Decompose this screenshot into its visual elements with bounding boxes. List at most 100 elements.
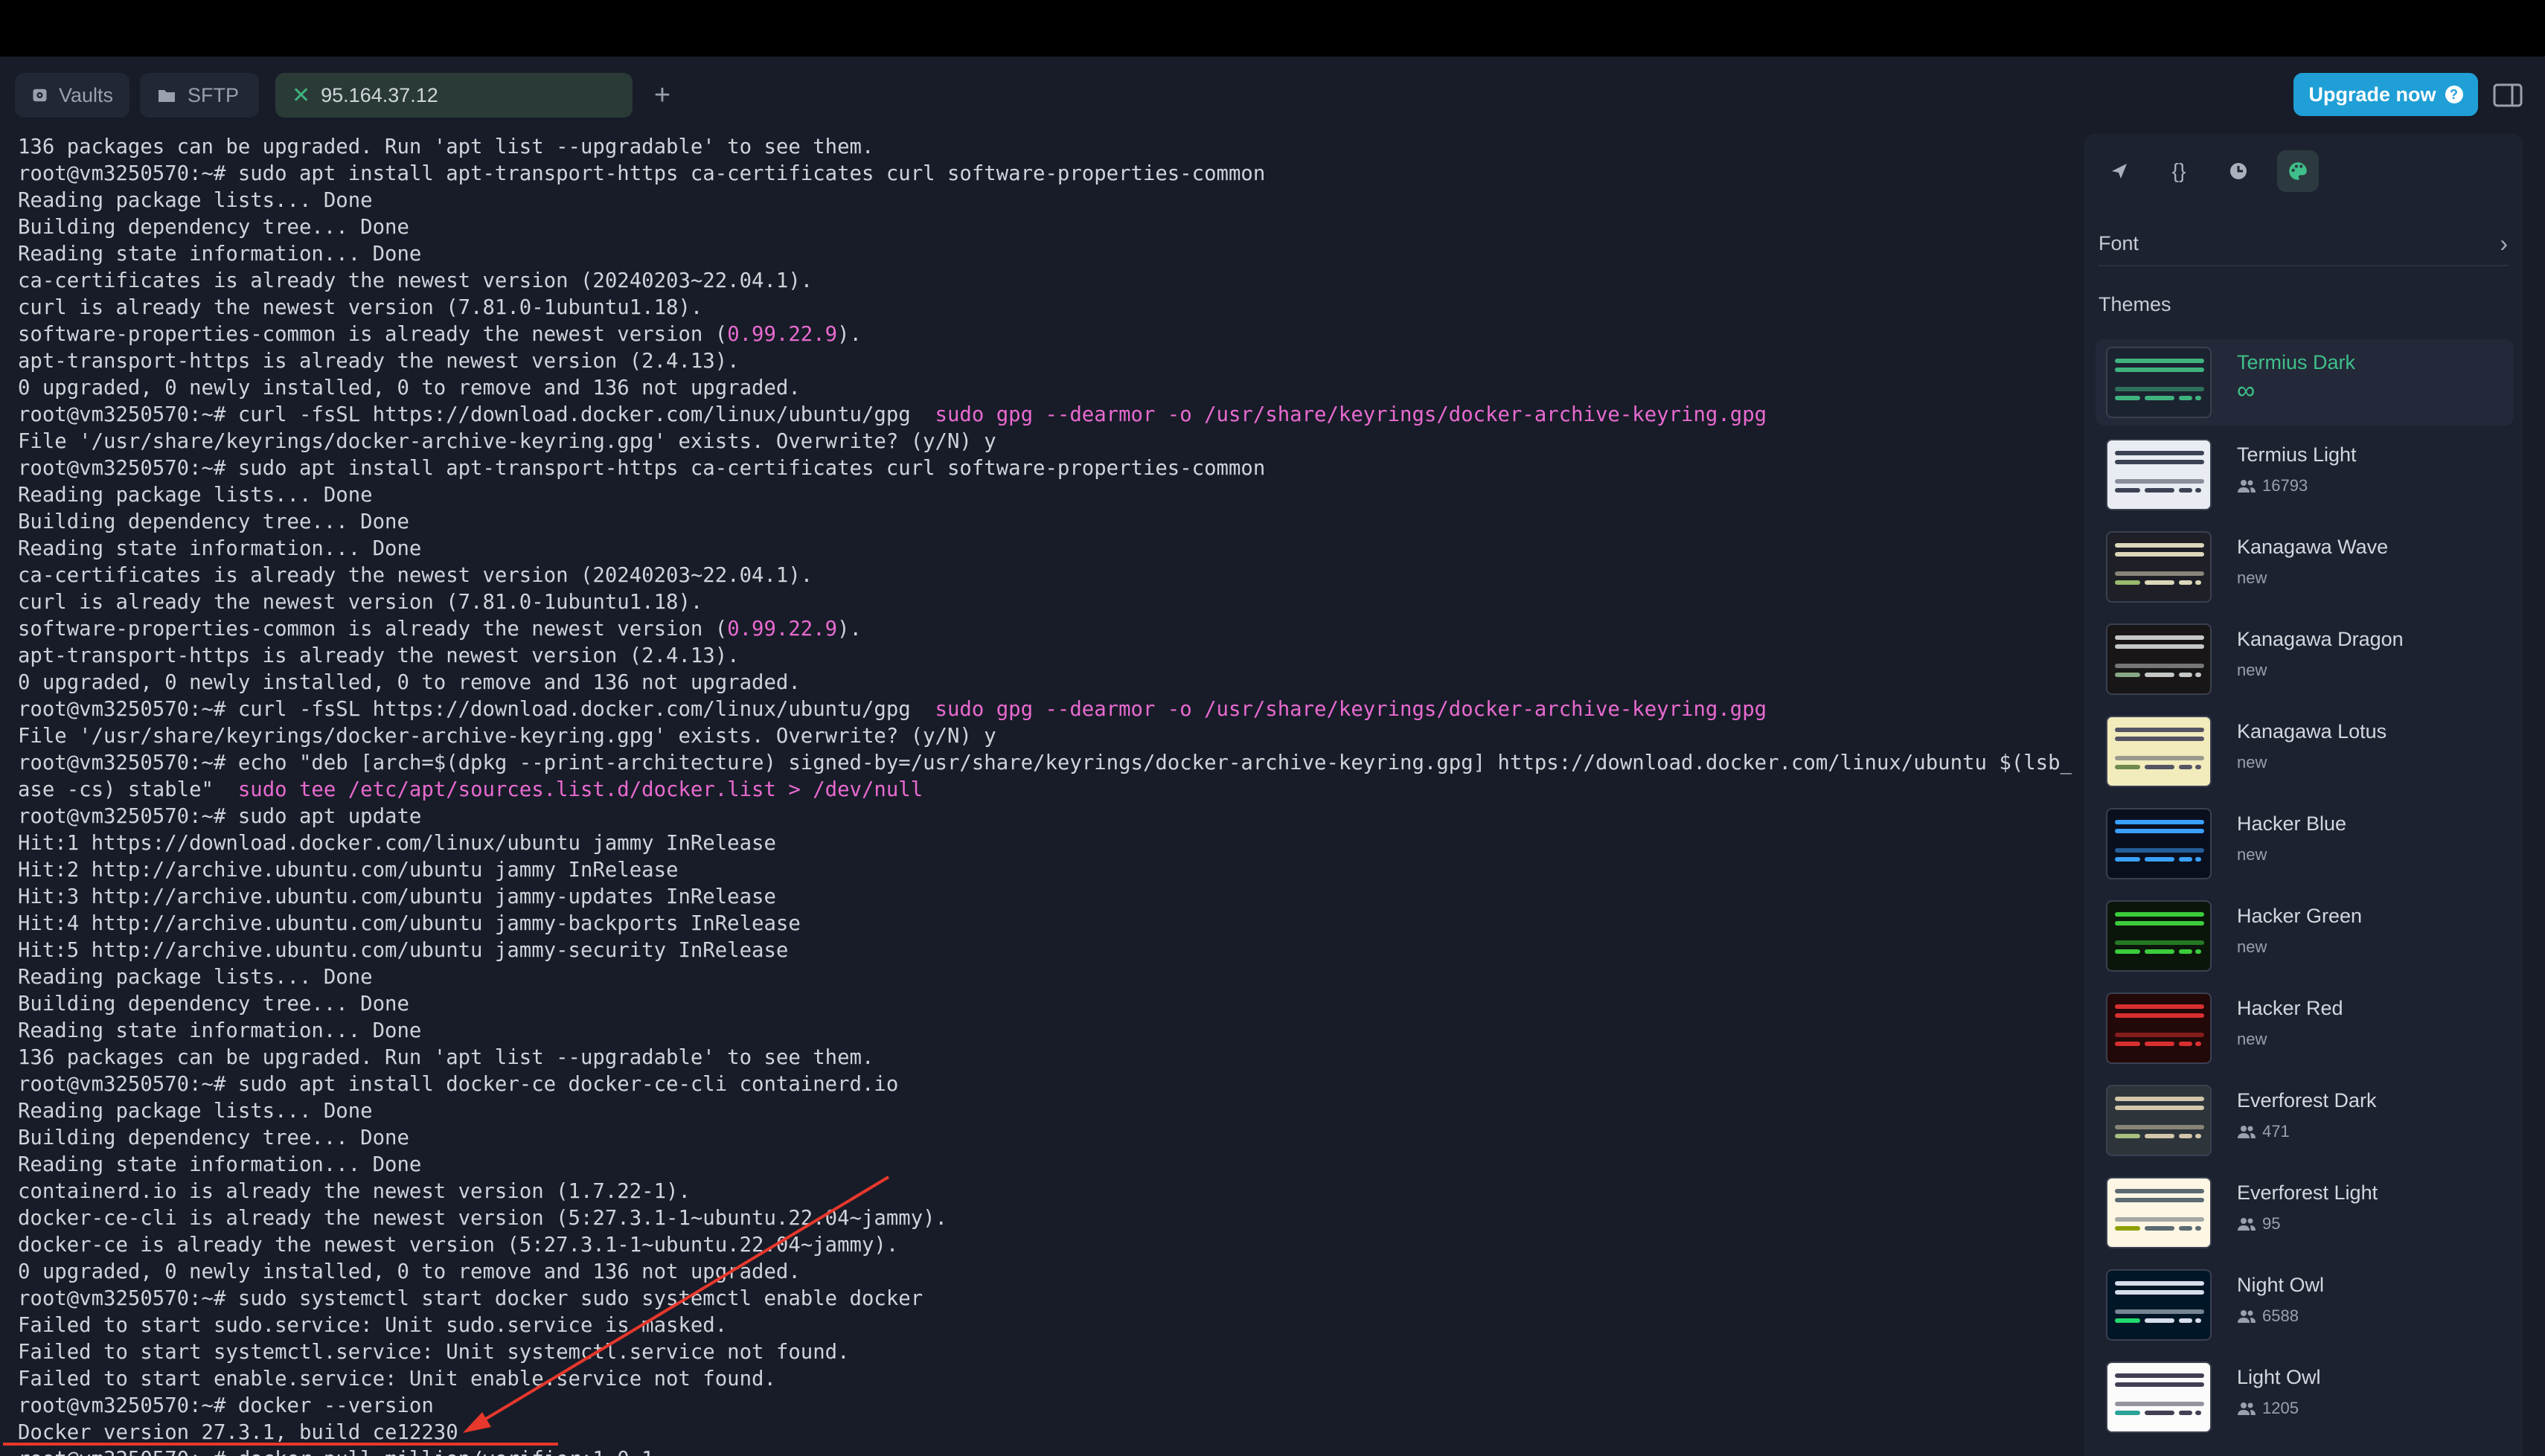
terminal-line: Hit:2 http://archive.ubuntu.com/ubuntu j… <box>18 859 679 882</box>
theme-preview-thumbnail <box>2106 347 2212 418</box>
theme-subtitle: 16793 <box>2237 476 2308 496</box>
theme-name: Termius Dark <box>2237 351 2356 373</box>
theme-subtitle-text: new <box>2237 1030 2267 1048</box>
theme-name: Night Owl <box>2237 1274 2325 1296</box>
terminal-line: docker-ce is already the newest version … <box>18 1234 899 1257</box>
theme-item[interactable]: Night Owl 6588 <box>2096 1262 2514 1354</box>
users-icon <box>2238 480 2256 493</box>
theme-preview-thumbnail <box>2106 716 2212 787</box>
theme-item[interactable]: Everforest Light 95 <box>2096 1170 2514 1262</box>
terminal-line: containerd.io is already the newest vers… <box>18 1180 691 1203</box>
terminal-line: software-properties-common is already th… <box>18 618 862 641</box>
chevron-right-icon: › <box>2500 229 2508 257</box>
theme-subtitle-text: 16793 <box>2262 476 2308 495</box>
terminal-line: Reading state information... Done <box>18 1019 422 1042</box>
tab-sftp[interactable]: SFTP <box>140 73 259 118</box>
terminal-line: root@vm3250570:~# sudo apt install apt-t… <box>18 457 1266 480</box>
palette-icon[interactable] <box>2277 150 2319 192</box>
theme-item[interactable]: Hacker Blue new <box>2096 801 2514 893</box>
terminal-line: Docker version 27.3.1, build ce12230 <box>18 1421 458 1444</box>
terminal-line: software-properties-common is already th… <box>18 323 862 346</box>
theme-subtitle: 1205 <box>2237 1399 2299 1418</box>
theme-item[interactable]: Termius Dark ∞ <box>2096 339 2514 426</box>
theme-subtitle: 6588 <box>2237 1306 2299 1326</box>
theme-subtitle-text: ∞ <box>2237 376 2256 405</box>
terminal-line: Failed to start systemctl.service: Unit … <box>18 1341 850 1364</box>
theme-subtitle: new <box>2237 845 2267 865</box>
terminal-line: 0 upgraded, 0 newly installed, 0 to remo… <box>18 376 801 400</box>
theme-preview-thumbnail <box>2106 1177 2212 1248</box>
users-icon <box>2238 1126 2256 1138</box>
theme-item[interactable]: Light Owl 1205 <box>2096 1354 2514 1446</box>
theme-name: Termius Light <box>2237 443 2357 466</box>
theme-item[interactable]: Kanagawa Dragon new <box>2096 616 2514 708</box>
theme-item[interactable]: Termius Light 16793 <box>2096 432 2514 524</box>
theme-list: Termius Dark ∞ Termius Light 16793 Kanagawa … <box>2096 339 2514 1446</box>
folder-icon <box>159 90 175 102</box>
theme-item[interactable]: Hacker Red new <box>2096 985 2514 1077</box>
theme-name: Everforest Light <box>2237 1181 2378 1204</box>
terminal-line: apt-transport-https is already the newes… <box>18 644 740 667</box>
theme-name: Kanagawa Wave <box>2237 536 2389 558</box>
theme-subtitle: ∞ <box>2237 376 2255 405</box>
theme-preview-thumbnail <box>2106 1362 2212 1433</box>
terminal-line: Building dependency tree... Done <box>18 216 409 239</box>
upgrade-label: Upgrade now <box>2308 83 2436 106</box>
tab-host-session[interactable]: ✕ 95.164.37.12 <box>275 73 633 118</box>
settings-sidebar: {} Font › Themes Termius Dark ∞ Termius Li… <box>2084 134 2523 1456</box>
theme-preview-thumbnail <box>2106 439 2212 510</box>
theme-name: Hacker Green <box>2237 905 2363 927</box>
font-settings-row[interactable]: Font › <box>2099 222 2508 266</box>
terminal-line: Building dependency tree... Done <box>18 1126 409 1149</box>
close-tab-icon[interactable]: ✕ <box>292 83 310 109</box>
terminal-line: Building dependency tree... Done <box>18 510 409 533</box>
terminal-line: Reading package lists... Done <box>18 1100 373 1123</box>
upgrade-now-button[interactable]: Upgrade now ? <box>2293 73 2478 116</box>
theme-subtitle-text: new <box>2237 845 2267 864</box>
history-icon[interactable] <box>2218 150 2259 192</box>
terminal-output[interactable]: 136 packages can be upgraded. Run 'apt l… <box>18 134 2072 1456</box>
tab-vaults-label: Vaults <box>58 83 113 106</box>
tab-host-label: 95.164.37.12 <box>321 83 438 106</box>
theme-subtitle-text: 1205 <box>2262 1399 2299 1417</box>
theme-subtitle-text: new <box>2237 568 2267 587</box>
tab-vaults[interactable]: Vaults <box>15 73 129 118</box>
snippets-icon[interactable] <box>2099 150 2140 192</box>
terminal-line: Reading state information... Done <box>18 243 422 266</box>
theme-subtitle: new <box>2237 568 2267 588</box>
theme-subtitle: new <box>2237 753 2267 772</box>
users-icon <box>2238 1218 2256 1231</box>
braces-icon[interactable]: {} <box>2158 150 2200 192</box>
toggle-sidebar-icon[interactable] <box>2493 82 2523 109</box>
theme-subtitle: 471 <box>2237 1122 2290 1141</box>
theme-preview-thumbnail <box>2106 1085 2212 1156</box>
theme-subtitle-text: 95 <box>2262 1214 2281 1233</box>
terminal-line: Hit:5 http://archive.ubuntu.com/ubuntu j… <box>18 939 789 962</box>
theme-item[interactable]: Hacker Green new <box>2096 893 2514 985</box>
theme-item[interactable]: Kanagawa Wave new <box>2096 524 2514 616</box>
terminal-line: root@vm3250570:~# sudo apt update <box>18 805 422 828</box>
theme-subtitle-text: 471 <box>2262 1122 2290 1141</box>
theme-preview-thumbnail <box>2106 992 2212 1064</box>
window-top-strip <box>0 0 2545 57</box>
terminal-line: root@vm3250570:~# curl -fsSL https://dow… <box>18 403 1767 426</box>
terminal-line: root@vm3250570:~# docker pull million/ve… <box>18 1446 2072 1456</box>
terminal-line: root@vm3250570:~# sudo apt install docke… <box>18 1073 899 1096</box>
theme-item[interactable]: Kanagawa Lotus new <box>2096 708 2514 801</box>
terminal-line: curl is already the newest version (7.81… <box>18 591 703 614</box>
users-icon <box>2238 1402 2256 1415</box>
terminal-line: ca-certificates is already the newest ve… <box>18 269 813 292</box>
terminal-line: Hit:3 http://archive.ubuntu.com/ubuntu j… <box>18 885 776 908</box>
terminal-line: root@vm3250570:~# docker --version <box>18 1394 434 1417</box>
terminal-line: apt-transport-https is already the newes… <box>18 350 740 373</box>
terminal-line: ase -cs) stable" sudo tee /etc/apt/sourc… <box>18 778 923 801</box>
terminal-line: Hit:4 http://archive.ubuntu.com/ubuntu j… <box>18 912 801 935</box>
users-icon <box>2238 1310 2256 1323</box>
terminal-line: Reading package lists... Done <box>18 189 373 212</box>
terminal-line: Reading state information... Done <box>18 537 422 560</box>
tab-bar: Vaults SFTP ✕ 95.164.37.12 + <box>0 57 2545 135</box>
font-label: Font <box>2099 231 2139 254</box>
theme-subtitle: new <box>2237 937 2267 957</box>
theme-item[interactable]: Everforest Dark 471 <box>2096 1077 2514 1170</box>
new-tab-button[interactable]: + <box>646 77 679 113</box>
